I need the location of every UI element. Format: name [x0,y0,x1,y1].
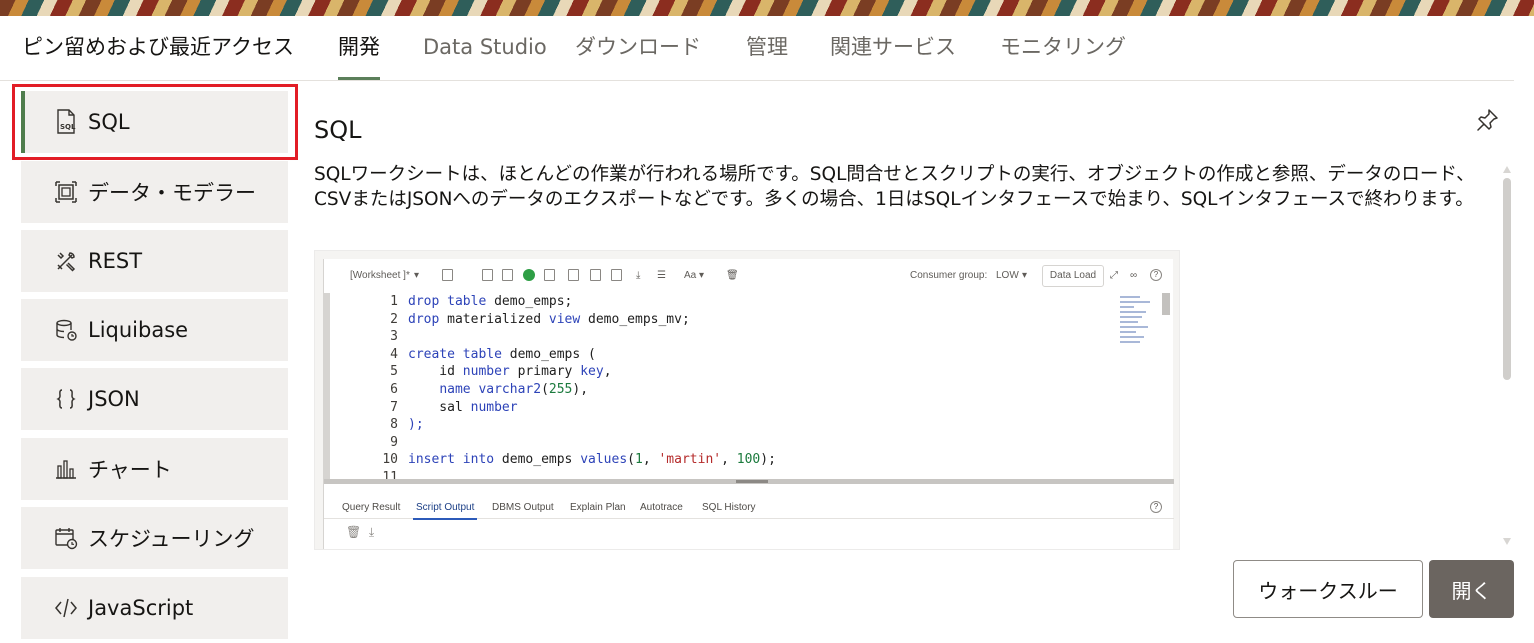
editor-minimap [1120,293,1164,373]
save-icon [502,269,513,281]
header-banner [0,0,1534,16]
sidebar-item-label: チャート [88,458,172,482]
open-button[interactable]: 開く [1429,560,1514,618]
sidebar-item-json[interactable]: JSON [21,368,288,430]
top-navigation: ピン留めおよび最近アクセス 開発 Data Studio ダウンロード 管理 関… [0,17,1514,81]
scroll-down-icon[interactable] [1503,538,1511,545]
trash-icon: 🗑 [726,270,739,281]
download-icon: ⤓ [636,270,641,281]
code-editor: 1 drop table demo_emps; 2 drop materialize… [324,293,1170,485]
sidebar-item-label: REST [88,249,143,273]
content-scrollbar[interactable] [1502,166,1512,550]
chevron-down-icon: ▾ [414,270,420,281]
sidebar-item-label: データ・モデラー [88,181,256,205]
sidebar-item-label: Liquibase [88,318,189,342]
sidebar-item-label: スケジューリング [88,527,255,551]
output-toolbar: 🗑 ⤓ [346,525,374,540]
sql-file-icon: SQL [53,109,79,135]
json-braces-icon [53,386,79,412]
help-icon: ? [1150,269,1162,281]
sidebar-item-rest[interactable]: REST [21,230,288,292]
tab-downloads[interactable]: ダウンロード [575,17,701,80]
run-icon [523,269,535,281]
scroll-thumb[interactable] [1503,178,1511,380]
trash-icon: 🗑 [346,525,362,539]
tab-development[interactable]: 開発 [338,17,380,80]
format-icon: ☰ [657,270,666,281]
font-size-icon: Aa ▾ [684,270,705,281]
data-load-button: Data Load [1042,265,1104,287]
sql-worksheet-preview: [Worksheet ]* ▾ ⤓ ☰ Aa ▾ 🗑 Consumer grou… [314,250,1180,550]
preview-toolbar: [Worksheet ]* ▾ ⤓ ☰ Aa ▾ 🗑 Consumer grou… [324,259,1174,293]
autotrace-icon [590,269,601,281]
sidebar-item-scheduling[interactable]: スケジューリング [21,507,288,569]
sidebar-item-label: JSON [88,387,140,411]
explain-icon [568,269,579,281]
scroll-up-icon[interactable] [1503,166,1511,173]
folder-icon [482,269,493,281]
new-file-icon [442,269,453,281]
tab-dbms-output: DBMS Output [492,502,554,513]
walkthrough-button[interactable]: ウォークスルー [1233,560,1423,618]
content-description: SQLワークシートは、ほとんどの作業が行われる場所です。SQL問合せとスクリプト… [314,164,1475,210]
editor-gutter [324,293,330,479]
chevron-down-icon: ▾ [1022,270,1028,281]
tab-sql-history: SQL History [702,502,756,513]
help-icon: ? [1150,501,1162,513]
tab-pinned-recent[interactable]: ピン留めおよび最近アクセス [22,17,294,80]
sidebar-item-sql[interactable]: SQL SQL [21,91,288,153]
tab-autotrace: Autotrace [640,502,683,513]
consumer-group-label: Consumer group: [910,270,988,281]
pin-icon[interactable] [1474,107,1500,133]
sidebar-item-label: SQL [88,110,130,134]
rest-tools-icon [53,248,79,274]
tab-explain-plan: Explain Plan [570,502,626,513]
download-icon: ⤓ [368,525,375,539]
panel-splitter [324,479,1174,484]
data-modeler-icon [53,179,79,205]
output-tabs: Query Result Script Output DBMS Output E… [324,495,1174,520]
tab-monitoring[interactable]: モニタリング [1000,17,1126,80]
sidebar-item-liquibase[interactable]: Liquibase [21,299,288,361]
sidebar-item-label: JavaScript [88,596,194,620]
code-icon [53,595,79,621]
editor-scroll-thumb [1162,293,1170,315]
tab-query-result: Query Result [342,502,401,513]
tab-administration[interactable]: 管理 [746,17,788,80]
sidebar-item-charts[interactable]: チャート [21,438,288,500]
svg-text:SQL: SQL [60,123,76,131]
tab-script-output: Script Output [412,502,478,520]
calendar-clock-icon [53,525,79,551]
liquibase-icon [53,317,79,343]
tab-related-services[interactable]: 関連サービス [830,17,956,80]
worksheet-label: [Worksheet ]* [350,270,410,281]
expand-icon: ⤢ [1110,270,1118,281]
binoculars-icon: ∞ [1130,270,1138,281]
preview-frame: [Worksheet ]* ▾ ⤓ ☰ Aa ▾ 🗑 Consumer grou… [323,259,1174,549]
sidebar-item-javascript[interactable]: JavaScript [21,577,288,639]
chart-icon [53,456,79,482]
sidebar-item-data-modeler[interactable]: データ・モデラー [21,161,288,223]
content-title: SQL [314,116,362,144]
run-script-icon [544,269,555,281]
consumer-group-value: LOW [996,270,1019,281]
tab-data-studio[interactable]: Data Studio [423,17,547,80]
commit-icon [611,269,622,281]
